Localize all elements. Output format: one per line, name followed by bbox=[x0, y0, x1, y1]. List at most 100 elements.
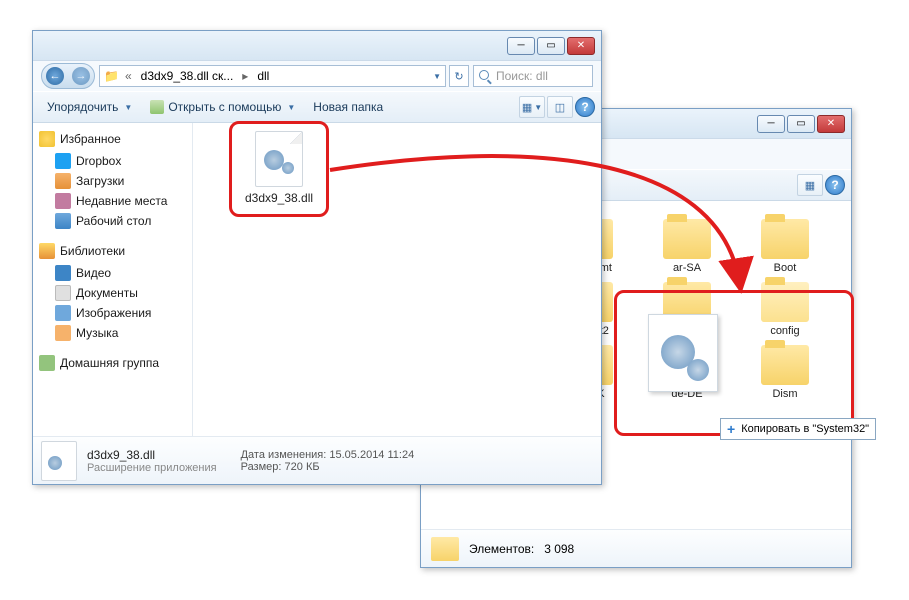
sidebar-dropbox[interactable]: Dropbox bbox=[39, 151, 186, 171]
sidebar-video[interactable]: Видео bbox=[39, 263, 186, 283]
sidebar-label: Библиотеки bbox=[60, 244, 125, 258]
chevron-down-icon[interactable]: ▼ bbox=[433, 72, 441, 81]
tooltip-text: Копировать в "System32" bbox=[741, 423, 869, 435]
folder-label: ar-SA bbox=[647, 262, 727, 274]
library-icon bbox=[39, 243, 55, 259]
detail-date: 15.05.2014 11:24 bbox=[329, 449, 414, 461]
count-value: 3 098 bbox=[544, 542, 574, 556]
preview-pane-button[interactable]: ◫ bbox=[547, 96, 573, 118]
breadcrumb-item[interactable]: d3dx9_38.dll ск... bbox=[138, 68, 237, 84]
plus-icon: + bbox=[727, 421, 735, 437]
sidebar-label: Домашняя группа bbox=[60, 356, 159, 370]
details-pane-back: Элементов: 3 098 bbox=[421, 529, 851, 567]
sidebar-documents[interactable]: Документы bbox=[39, 283, 186, 303]
dll-file-icon bbox=[255, 131, 303, 187]
breadcrumb[interactable]: 📁 « d3dx9_38.dll ск... ▸ dll ▼ bbox=[99, 65, 446, 87]
chevron-down-icon: ▼ bbox=[534, 103, 542, 112]
detail-date-label: Дата изменения: bbox=[241, 449, 327, 461]
gear-icon bbox=[282, 162, 294, 174]
sidebar-label: Dropbox bbox=[76, 154, 121, 168]
detail-size-label: Размер: bbox=[241, 461, 282, 473]
sidebar-label: Избранное bbox=[60, 132, 121, 146]
detail-name: d3dx9_38.dll bbox=[87, 448, 217, 462]
toolbar: Упорядочить▼ Открыть с помощью▼ Новая па… bbox=[33, 91, 601, 123]
folder-icon bbox=[761, 345, 809, 385]
address-bar: ← → 📁 « d3dx9_38.dll ск... ▸ dll ▼ ↻ Пои… bbox=[33, 61, 601, 91]
refresh-button[interactable]: ↻ bbox=[449, 65, 469, 87]
gear-icon bbox=[264, 150, 284, 170]
chevron-icon: ▸ bbox=[238, 69, 252, 83]
folder-item[interactable]: config bbox=[745, 282, 825, 337]
sidebar-label: Недавние места bbox=[76, 194, 167, 208]
sidebar-label: Видео bbox=[76, 266, 111, 280]
open-icon bbox=[150, 100, 164, 114]
titlebar: ─ ▭ ✕ bbox=[33, 31, 601, 61]
sidebar-label: Загрузки bbox=[76, 174, 124, 188]
sidebar-music[interactable]: Музыка bbox=[39, 323, 186, 343]
recent-icon bbox=[55, 193, 71, 209]
chevron-icon: « bbox=[121, 69, 136, 83]
view-button[interactable]: ▦▼ bbox=[519, 96, 545, 118]
star-icon bbox=[39, 131, 55, 147]
open-with-menu[interactable]: Открыть с помощью▼ bbox=[142, 97, 303, 117]
sidebar-downloads[interactable]: Загрузки bbox=[39, 171, 186, 191]
download-icon bbox=[55, 173, 71, 189]
close-button[interactable]: ✕ bbox=[567, 37, 595, 55]
sidebar-label: Рабочий стол bbox=[76, 214, 151, 228]
copy-tooltip: + Копировать в "System32" bbox=[720, 418, 876, 440]
minimize-button[interactable]: ─ bbox=[757, 115, 785, 133]
sidebar-label: Музыка bbox=[76, 326, 118, 340]
drag-preview bbox=[648, 314, 718, 392]
folder-icon bbox=[761, 219, 809, 259]
search-input[interactable]: Поиск: dll bbox=[473, 65, 593, 87]
folder-icon: 📁 bbox=[104, 69, 119, 83]
folder-icon bbox=[761, 282, 809, 322]
detail-type: Расширение приложения bbox=[87, 462, 217, 474]
minimize-button[interactable]: ─ bbox=[507, 37, 535, 55]
file-item[interactable]: d3dx9_38.dll bbox=[241, 131, 317, 205]
detail-size: 720 КБ bbox=[285, 461, 320, 473]
sidebar: Избранное Dropbox Загрузки Недавние мест… bbox=[33, 123, 193, 436]
close-button[interactable]: ✕ bbox=[817, 115, 845, 133]
gear-icon bbox=[687, 359, 709, 381]
dll-file-icon bbox=[41, 441, 77, 481]
homegroup-icon bbox=[39, 355, 55, 371]
sidebar-libraries[interactable]: Библиотеки bbox=[39, 243, 186, 259]
video-icon bbox=[55, 265, 71, 281]
folder-label: Dism bbox=[745, 388, 825, 400]
back-button[interactable]: ← bbox=[46, 67, 64, 85]
sidebar-label: Документы bbox=[76, 286, 138, 300]
chevron-down-icon: ▼ bbox=[124, 103, 132, 112]
folder-label: Boot bbox=[745, 262, 825, 274]
document-icon bbox=[55, 285, 71, 301]
folder-icon bbox=[663, 219, 711, 259]
folder-item[interactable]: Dism bbox=[745, 345, 825, 400]
help-button[interactable]: ? bbox=[575, 97, 595, 117]
count-label: Элементов: bbox=[469, 542, 534, 556]
new-folder-button[interactable]: Новая папка bbox=[305, 97, 391, 117]
maximize-button[interactable]: ▭ bbox=[537, 37, 565, 55]
content-area[interactable]: d3dx9_38.dll bbox=[193, 123, 601, 436]
sidebar-desktop[interactable]: Рабочий стол bbox=[39, 211, 186, 231]
folder-icon bbox=[431, 537, 459, 561]
open-with-label: Открыть с помощью bbox=[168, 100, 281, 114]
maximize-button[interactable]: ▭ bbox=[787, 115, 815, 133]
sidebar-homegroup[interactable]: Домашняя группа bbox=[39, 355, 186, 371]
sidebar-pictures[interactable]: Изображения bbox=[39, 303, 186, 323]
help-button[interactable]: ? bbox=[825, 175, 845, 195]
search-placeholder: Поиск: dll bbox=[496, 69, 548, 83]
view-button[interactable]: ▦ bbox=[797, 174, 823, 196]
sidebar-favorites[interactable]: Избранное bbox=[39, 131, 186, 147]
gear-icon bbox=[48, 456, 62, 470]
forward-button[interactable]: → bbox=[72, 67, 90, 85]
organize-menu[interactable]: Упорядочить▼ bbox=[39, 97, 140, 117]
file-name: d3dx9_38.dll bbox=[241, 191, 317, 205]
desktop-icon bbox=[55, 213, 71, 229]
dll-window: ─ ▭ ✕ ← → 📁 « d3dx9_38.dll ск... ▸ dll ▼… bbox=[32, 30, 602, 485]
folder-item[interactable]: ar-SA bbox=[647, 219, 727, 274]
sidebar-label: Изображения bbox=[76, 306, 151, 320]
dropbox-icon bbox=[55, 153, 71, 169]
sidebar-recent[interactable]: Недавние места bbox=[39, 191, 186, 211]
folder-item[interactable]: Boot bbox=[745, 219, 825, 274]
breadcrumb-item[interactable]: dll bbox=[254, 68, 272, 84]
